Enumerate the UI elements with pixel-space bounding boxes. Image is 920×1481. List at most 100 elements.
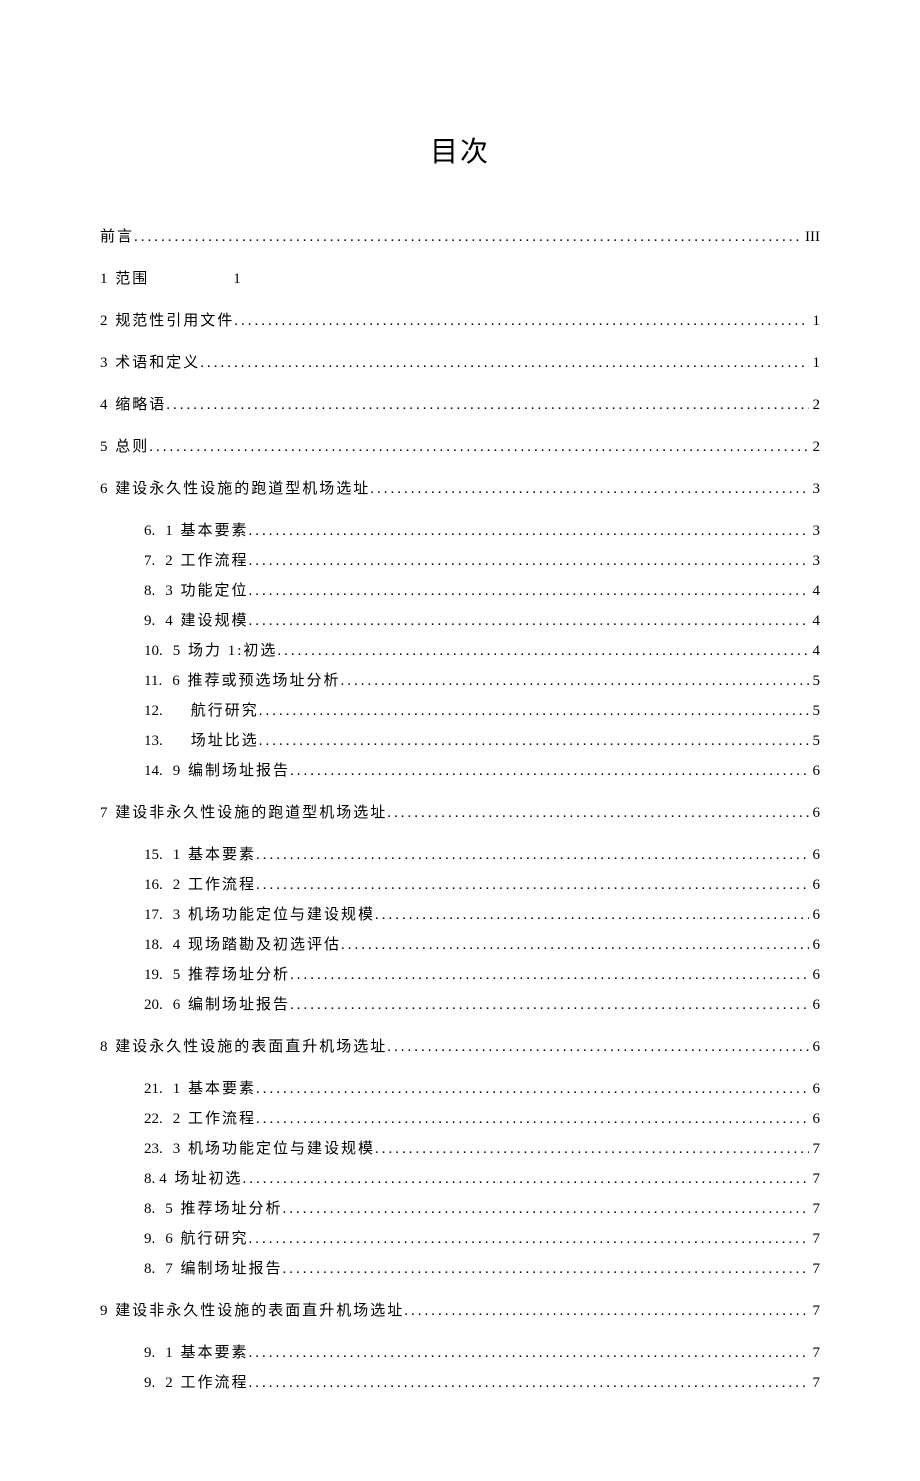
toc-subentry-label: 1 基本要素 <box>165 1341 248 1365</box>
toc-subentry: 17. 3 机场功能定位与建设规模 6 <box>144 903 820 927</box>
toc-subentry-label: 5 推荐场址分析 <box>165 1197 282 1221</box>
toc-leader <box>277 639 808 663</box>
toc-leader <box>256 1107 808 1131</box>
toc-entry: 2 规范性引用文件 1 <box>100 309 820 333</box>
toc-subentry-page: 7 <box>809 1137 821 1161</box>
toc-entry-label: 前言 <box>100 225 134 249</box>
toc-subentry-label: 6 航行研究 <box>165 1227 248 1251</box>
toc-subentry-page: 6 <box>809 933 821 957</box>
toc-leader <box>283 1257 809 1281</box>
toc-subentry: 14. 9 编制场址报告 6 <box>144 759 820 783</box>
toc-leader <box>134 225 801 249</box>
toc-leader <box>249 1341 809 1365</box>
toc-entry-label: 1 范围 <box>100 267 149 291</box>
toc-subentry-page: 6 <box>809 873 821 897</box>
toc-subentry-label: 1 基本要素 <box>173 1077 256 1101</box>
toc-entry-page: 1 <box>229 267 241 291</box>
toc-subentry-page: 6 <box>809 843 821 867</box>
toc-leader <box>283 1197 809 1221</box>
toc-subentry-page: 5 <box>809 729 821 753</box>
toc-subentry-num: 15. <box>144 843 163 867</box>
toc-entry-page: 1 <box>809 351 821 375</box>
toc-subentry-page: 7 <box>809 1227 821 1251</box>
toc-entry-page: 6 <box>809 801 821 825</box>
toc-subentry-label: 3 机场功能定位与建设规模 <box>173 1137 375 1161</box>
toc-subentry-num: 18. <box>144 933 163 957</box>
toc-leader <box>200 351 808 375</box>
toc-subentry-label: 场址比选 <box>191 729 259 753</box>
toc-subentry-label: 3 功能定位 <box>165 579 248 603</box>
toc-entry-label: 7 建设非永久性设施的跑道型机场选址 <box>100 801 387 825</box>
toc-leader <box>375 903 808 927</box>
toc-subentry-page: 6 <box>809 903 821 927</box>
toc-leader <box>249 1227 809 1251</box>
toc-subentry: 22.2 工作流程6 <box>144 1107 820 1131</box>
toc-subentry: 11.6 推荐或预选场址分析5 <box>144 669 820 693</box>
toc-subentry-num: 23. <box>144 1137 163 1161</box>
toc-entry: 4 缩略语 2 <box>100 393 820 417</box>
toc-subentry-label: 3 机场功能定位与建设规模 <box>173 903 375 927</box>
toc-entry: 1 范围 1 <box>100 267 820 291</box>
toc-entry-label: 8 建设永久性设施的表面直升机场选址 <box>100 1035 387 1059</box>
toc-subentry-num: 8. <box>144 1257 155 1281</box>
toc-leader <box>259 699 809 723</box>
toc-leader <box>375 1137 808 1161</box>
toc-subentry: 18. 4 现场踏勘及初选评估 6 <box>144 933 820 957</box>
toc-entry: 6 建设永久性设施的跑道型机场选址3 <box>100 477 820 501</box>
toc-leader <box>249 1371 809 1395</box>
toc-leader <box>256 1077 808 1101</box>
toc-leader <box>290 759 808 783</box>
toc-subentry: 21.1 基本要素6 <box>144 1077 820 1101</box>
toc-entry: 3 术语和定义 1 <box>100 351 820 375</box>
toc-leader <box>387 1035 808 1059</box>
toc-entry-label: 4 缩略语 <box>100 393 166 417</box>
toc-subentry: 8.4 场址初选7 <box>144 1167 820 1191</box>
toc-subentry-num: 13. <box>144 729 163 753</box>
toc-leader <box>387 801 808 825</box>
toc-subentry: 20.6 编制场址报告6 <box>144 993 820 1017</box>
toc-entry: 5 总则2 <box>100 435 820 459</box>
toc-subentry-num: 12. <box>144 699 163 723</box>
toc-subentry-num: 9. <box>144 1227 155 1251</box>
toc-subentry: 10.5 场力 1:初选4 <box>144 639 820 663</box>
toc-subentry-page: 5 <box>809 699 821 723</box>
toc-subentry-page: 6 <box>809 963 821 987</box>
toc-leader <box>370 477 808 501</box>
toc-subentry-label: 2 工作流程 <box>173 873 256 897</box>
toc-subentry-num: 19. <box>144 963 163 987</box>
toc-subentry-page: 3 <box>809 549 821 573</box>
toc-leader <box>249 519 809 543</box>
toc-entry-label: 3 术语和定义 <box>100 351 200 375</box>
toc-subentry: 19.5 推荐场址分析6 <box>144 963 820 987</box>
toc-entry: 9 建设非永久性设施的表面直升机场选址 7 <box>100 1299 820 1323</box>
toc-subentry-label: 2 工作流程 <box>173 1107 256 1131</box>
toc-subentry-label: 航行研究 <box>191 699 259 723</box>
toc-subentry-num: 8. <box>144 1167 155 1191</box>
toc-subentry: 8.7 编制场址报告7 <box>144 1257 820 1281</box>
toc-subentry-label: 4 现场踏勘及初选评估 <box>173 933 341 957</box>
toc-leader <box>249 609 809 633</box>
toc-subentry-num: 9. <box>144 609 155 633</box>
toc-subentry-page: 6 <box>809 759 821 783</box>
toc-entry-label: 9 建设非永久性设施的表面直升机场选址 <box>100 1299 404 1323</box>
toc-leader <box>249 579 809 603</box>
toc-subentry-num: 14. <box>144 759 163 783</box>
toc-subentry: 6.1 基本要素3 <box>144 519 820 543</box>
toc-subentry: 13. 场址比选 5 <box>144 729 820 753</box>
toc-entry-label: 5 总则 <box>100 435 149 459</box>
toc-leader <box>243 1167 809 1191</box>
toc-leader <box>341 933 808 957</box>
toc-entry: 7 建设非永久性设施的跑道型机场选址 6 <box>100 801 820 825</box>
toc-entry-label: 2 规范性引用文件 <box>100 309 234 333</box>
toc-leader <box>149 435 808 459</box>
toc-entry-page: 1 <box>809 309 821 333</box>
toc-subentry-num: 6. <box>144 519 155 543</box>
toc-subentry-label: 1 基本要素 <box>173 843 256 867</box>
toc-entry-page: 2 <box>809 393 821 417</box>
toc-leader <box>249 549 809 573</box>
toc-subentry-page: 4 <box>809 579 821 603</box>
toc-entry-page: 7 <box>809 1299 821 1323</box>
toc-subentry-label: 9 编制场址报告 <box>173 759 290 783</box>
toc-subentry-label: 2 工作流程 <box>165 549 248 573</box>
toc-subentry-num: 17. <box>144 903 163 927</box>
